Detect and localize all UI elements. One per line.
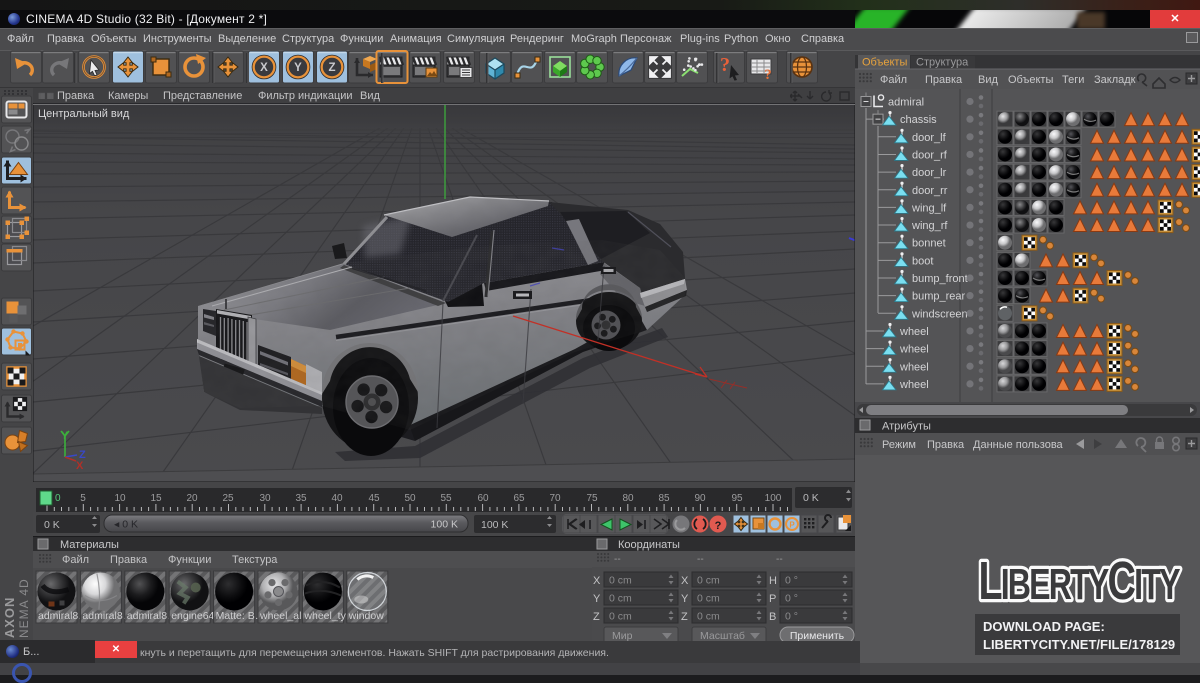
svg-text:X: X (76, 460, 84, 472)
svg-text:LIBERTYCITY: LIBERTYCITY (978, 551, 1180, 612)
svg-text:X: X (593, 575, 601, 587)
svg-text:75: 75 (586, 493, 598, 504)
svg-text:0 °: 0 ° (785, 593, 798, 605)
svg-text:Теги: Теги (1062, 74, 1084, 86)
svg-text:◂ 0 K: ◂ 0 K (114, 519, 138, 531)
svg-text:0 cm: 0 cm (609, 575, 632, 587)
svg-text:Правка: Правка (927, 439, 965, 451)
svg-text:Материалы: Материалы (60, 539, 119, 551)
svg-text:70: 70 (549, 493, 561, 504)
svg-text:20: 20 (186, 493, 198, 504)
svg-text:H: H (769, 575, 777, 587)
svg-text:Функции: Функции (168, 554, 211, 566)
svg-text:LIBERTYCITY.NET/FILE/178129: LIBERTYCITY.NET/FILE/178129 (983, 637, 1175, 652)
svg-text:Файл: Файл (880, 74, 907, 86)
svg-text:wing_lf: wing_lf (911, 202, 947, 214)
svg-text:0: 0 (55, 493, 61, 504)
svg-text:door_rf: door_rf (912, 149, 948, 161)
svg-text:bonnet: bonnet (912, 238, 946, 250)
svg-text:B: B (769, 611, 776, 623)
svg-text:85: 85 (658, 493, 670, 504)
svg-text:Y: Y (294, 62, 302, 74)
svg-text:Центральный вид: Центральный вид (38, 108, 130, 120)
svg-text:5: 5 (80, 493, 86, 504)
svg-text:wheel: wheel (899, 361, 929, 373)
svg-text:Объекты: Объекты (862, 57, 907, 69)
svg-text:15: 15 (150, 493, 162, 504)
svg-text:Правка: Правка (110, 554, 148, 566)
svg-text:Вид: Вид (978, 74, 998, 86)
svg-text:Текстура: Текстура (232, 554, 278, 566)
svg-text:Y: Y (681, 593, 689, 605)
svg-text:100 K: 100 K (481, 519, 508, 531)
svg-text:wheel: wheel (899, 344, 929, 356)
svg-text:Z: Z (593, 611, 600, 623)
svg-text:Атрибуты: Атрибуты (882, 421, 931, 433)
svg-text:30: 30 (259, 493, 271, 504)
svg-text:engine64: engine64 (171, 610, 214, 622)
svg-text:0 K: 0 K (803, 492, 819, 504)
svg-text:bump_rear: bump_rear (912, 291, 966, 303)
svg-text:?: ? (715, 520, 722, 532)
svg-text:0 cm: 0 cm (697, 593, 720, 605)
svg-text:wheel: wheel (899, 326, 929, 338)
svg-text:10: 10 (114, 493, 126, 504)
svg-text:admiral: admiral (888, 97, 924, 109)
svg-text:--: -- (614, 554, 621, 565)
svg-text:100 K: 100 K (431, 519, 458, 531)
svg-text:window: window (348, 610, 384, 622)
svg-text:Файл: Файл (62, 554, 89, 566)
svg-text:Y: Y (61, 430, 69, 442)
svg-text:wing_rf: wing_rf (911, 220, 948, 232)
svg-text:door_lf: door_lf (912, 132, 947, 144)
svg-text:Правка: Правка (925, 74, 963, 86)
svg-text:100: 100 (765, 493, 782, 504)
svg-text:wheel_ty: wheel_ty (303, 610, 346, 622)
svg-text:DOWNLOAD PAGE:: DOWNLOAD PAGE: (983, 619, 1105, 634)
svg-text:door_lr: door_lr (912, 167, 947, 179)
svg-text:35: 35 (295, 493, 307, 504)
svg-text:bump_front: bump_front (912, 273, 968, 285)
svg-text:Режим: Режим (882, 439, 916, 451)
svg-text:X: X (260, 62, 268, 74)
svg-text:boot: boot (912, 255, 933, 267)
svg-text:60: 60 (477, 493, 489, 504)
svg-text:Закладк: Закладк (1094, 74, 1136, 86)
svg-text:50: 50 (404, 493, 416, 504)
svg-text:P: P (769, 593, 776, 605)
svg-text:0 cm: 0 cm (609, 611, 632, 623)
svg-text:90: 90 (694, 493, 706, 504)
svg-text:Структура: Структура (916, 57, 969, 69)
svg-text:25: 25 (222, 493, 234, 504)
svg-text:55: 55 (440, 493, 452, 504)
svg-text:--: -- (697, 554, 704, 565)
svg-text:95: 95 (731, 493, 743, 504)
svg-text:Z: Z (681, 611, 688, 623)
svg-text:0 cm: 0 cm (697, 611, 720, 623)
svg-text:80: 80 (622, 493, 634, 504)
svg-text:?: ? (720, 54, 730, 76)
svg-text:windscreen: windscreen (911, 308, 968, 320)
svg-text:door_rr: door_rr (912, 185, 948, 197)
svg-text:--: -- (776, 554, 783, 565)
svg-text:0 K: 0 K (44, 519, 60, 531)
svg-text:0 cm: 0 cm (609, 593, 632, 605)
svg-text:0 cm: 0 cm (697, 575, 720, 587)
svg-text:wheel_al: wheel_al (259, 610, 301, 622)
svg-text:chassis: chassis (900, 114, 937, 126)
svg-text:Данные пользова: Данные пользова (973, 439, 1064, 451)
svg-text:Y: Y (593, 593, 601, 605)
svg-text:wheel: wheel (899, 379, 929, 391)
svg-text:X: X (681, 575, 689, 587)
svg-text:Z: Z (328, 62, 335, 74)
svg-text:45: 45 (368, 493, 380, 504)
svg-text:?: ? (764, 67, 772, 83)
svg-text:40: 40 (331, 493, 343, 504)
svg-text:65: 65 (513, 493, 525, 504)
svg-text:Объекты: Объекты (1008, 74, 1053, 86)
svg-text:P: P (789, 521, 795, 530)
svg-text:0 °: 0 ° (785, 611, 798, 623)
svg-text:0 °: 0 ° (785, 575, 798, 587)
svg-text:Координаты: Координаты (618, 539, 680, 551)
